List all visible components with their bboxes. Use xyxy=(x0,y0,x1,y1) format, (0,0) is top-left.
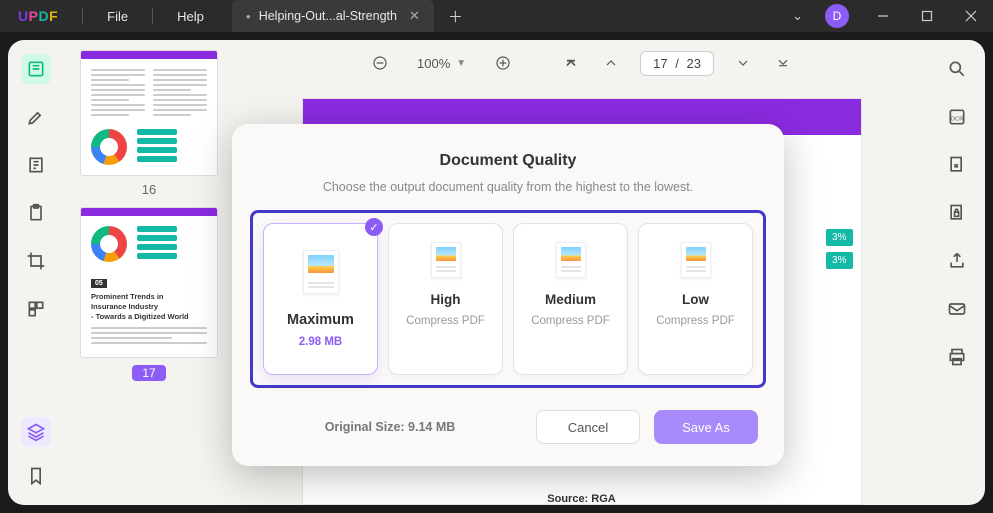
quality-option-high[interactable]: High Compress PDF xyxy=(388,223,503,375)
zoom-out-button[interactable] xyxy=(369,52,391,74)
quality-options: ✓ Maximum 2.98 MB High Compress PDF Medi… xyxy=(250,210,766,388)
ocr-icon[interactable]: OCR xyxy=(942,102,972,132)
convert-icon[interactable] xyxy=(942,150,972,180)
next-page-button[interactable] xyxy=(732,52,754,74)
thumbnail-icon xyxy=(681,242,711,278)
data-badge: 3% xyxy=(826,229,852,246)
titlebar: UPDF File Help ● Helping-Out...al-Streng… xyxy=(0,0,993,32)
reader-tool-icon[interactable] xyxy=(21,54,51,84)
protect-icon[interactable] xyxy=(942,198,972,228)
dialog-footer: Original Size: 9.14 MB Cancel Save As xyxy=(250,410,766,444)
workspace: 16 05 Prominent Trends in Insurance Indu… xyxy=(8,40,985,505)
check-icon: ✓ xyxy=(365,218,383,236)
bookmark-tool-icon[interactable] xyxy=(21,461,51,491)
email-icon[interactable] xyxy=(942,294,972,324)
separator xyxy=(82,8,83,24)
last-page-button[interactable] xyxy=(772,52,794,74)
clipboard-tool-icon[interactable] xyxy=(21,198,51,228)
thumbnail-icon xyxy=(431,242,461,278)
chevron-down-icon: ▼ xyxy=(456,58,466,69)
page-thumbnail[interactable]: 05 Prominent Trends in Insurance Industr… xyxy=(80,207,218,358)
highlighter-tool-icon[interactable] xyxy=(21,102,51,132)
document-tab[interactable]: ● Helping-Out...al-Strength ✕ xyxy=(232,0,434,32)
option-name: Medium xyxy=(522,292,619,307)
prev-page-button[interactable] xyxy=(600,52,622,74)
svg-text:OCR: OCR xyxy=(951,116,964,122)
cancel-button[interactable]: Cancel xyxy=(536,410,640,444)
separator xyxy=(152,8,153,24)
right-toolbar: OCR xyxy=(929,40,985,505)
option-name: Maximum xyxy=(272,312,369,328)
option-detail: Compress PDF xyxy=(647,315,744,327)
new-tab-button[interactable]: ＋ xyxy=(434,6,477,27)
edit-text-tool-icon[interactable] xyxy=(21,150,51,180)
document-quality-dialog: Document Quality Choose the output docum… xyxy=(232,124,784,466)
zoom-in-button[interactable] xyxy=(492,52,514,74)
option-detail: 2.98 MB xyxy=(272,336,369,348)
save-as-button[interactable]: Save As xyxy=(654,410,758,444)
crop-tool-icon[interactable] xyxy=(21,246,51,276)
option-name: High xyxy=(397,292,494,307)
quality-option-low[interactable]: Low Compress PDF xyxy=(638,223,753,375)
page-text: Source: RGA xyxy=(303,493,861,505)
view-toolbar: 100% ▼ 17 / 23 xyxy=(234,40,929,86)
user-avatar[interactable]: D xyxy=(825,4,849,28)
dialog-subtitle: Choose the output document quality from … xyxy=(250,180,766,194)
data-badge: 3% xyxy=(826,252,852,269)
page-indicator[interactable]: 17 / 23 xyxy=(640,51,714,76)
window-maximize-button[interactable] xyxy=(905,0,949,32)
tab-indicator-icon: ● xyxy=(246,12,251,21)
thumbnail-icon xyxy=(556,242,586,278)
menu-help[interactable]: Help xyxy=(159,9,222,24)
share-icon[interactable] xyxy=(942,246,972,276)
menu-file[interactable]: File xyxy=(89,9,146,24)
quality-option-maximum[interactable]: ✓ Maximum 2.98 MB xyxy=(263,223,378,375)
tab-title: Helping-Out...al-Strength xyxy=(259,9,397,23)
page-thumbnail[interactable] xyxy=(80,50,218,176)
tabs-overflow-icon[interactable]: ⌄ xyxy=(782,8,813,24)
close-tab-icon[interactable]: ✕ xyxy=(405,8,424,24)
layers-tool-icon[interactable] xyxy=(21,417,51,447)
zoom-value: 100% xyxy=(417,56,450,71)
original-size-label: Original Size: 9.14 MB xyxy=(258,420,522,434)
dialog-title: Document Quality xyxy=(250,152,766,170)
first-page-button[interactable] xyxy=(560,52,582,74)
print-icon[interactable] xyxy=(942,342,972,372)
quality-option-medium[interactable]: Medium Compress PDF xyxy=(513,223,628,375)
app-logo: UPDF xyxy=(0,8,76,24)
left-toolbar xyxy=(8,40,64,505)
search-icon[interactable] xyxy=(942,54,972,84)
window-close-button[interactable] xyxy=(949,0,993,32)
thumbnail-panel: 16 05 Prominent Trends in Insurance Indu… xyxy=(64,40,234,505)
thumbnail-page-number: 16 xyxy=(80,182,218,197)
option-detail: Compress PDF xyxy=(522,315,619,327)
window-minimize-button[interactable] xyxy=(861,0,905,32)
option-name: Low xyxy=(647,292,744,307)
thumbnail-page-number-current: 17 xyxy=(132,365,165,381)
zoom-level-dropdown[interactable]: 100% ▼ xyxy=(409,52,474,75)
option-detail: Compress PDF xyxy=(397,315,494,327)
thumbnail-icon xyxy=(303,250,339,294)
organize-tool-icon[interactable] xyxy=(21,294,51,324)
